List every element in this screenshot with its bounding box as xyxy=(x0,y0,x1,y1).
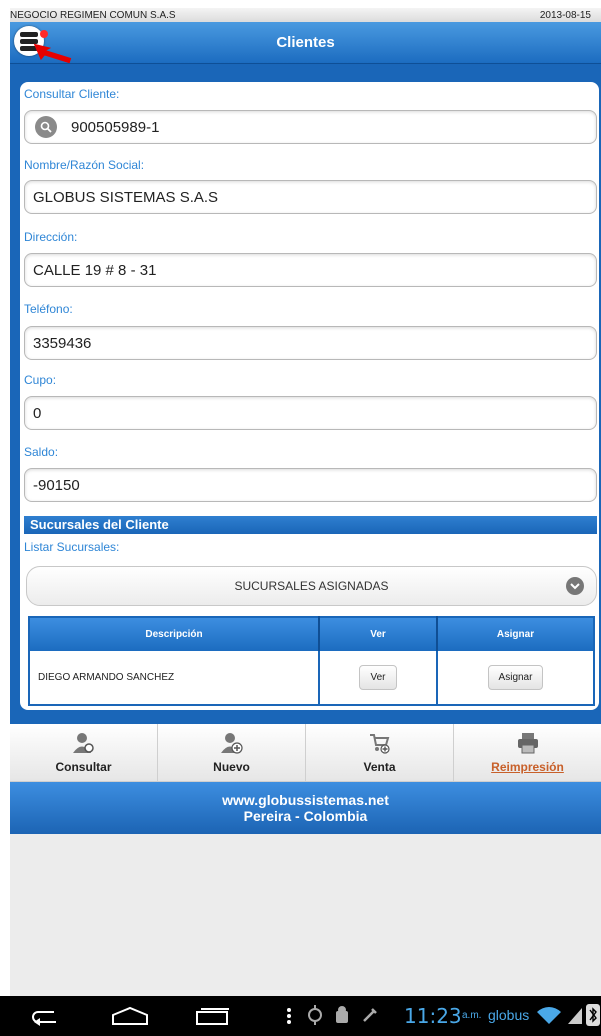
telefono-value: 3359436 xyxy=(33,334,92,352)
cupo-field[interactable]: 0 xyxy=(24,396,597,430)
saldo-field[interactable]: -90150 xyxy=(24,468,597,502)
sucursales-table: Descripción Ver Asignar DIEGO ARMANDO SA… xyxy=(28,616,595,706)
row-descripcion: DIEGO ARMANDO SANCHEZ xyxy=(29,651,320,705)
signal-icon xyxy=(568,1008,582,1024)
bottom-nav: Consultar Nuevo Venta Reimpresión xyxy=(10,724,601,782)
search-icon[interactable] xyxy=(35,116,57,138)
telefono-label: Teléfono: xyxy=(24,302,73,316)
tools-icon xyxy=(363,1008,377,1022)
left-margin xyxy=(0,0,10,996)
user-add-icon xyxy=(220,732,243,754)
overflow-menu-icon[interactable] xyxy=(286,1008,292,1024)
row-ver-cell: Ver xyxy=(319,651,438,705)
nav-reimpresion[interactable]: Reimpresión xyxy=(454,724,601,781)
footer-location: Pereira - Colombia xyxy=(243,808,368,824)
home-icon[interactable] xyxy=(110,1006,150,1026)
app-header: Clientes xyxy=(10,22,601,64)
nav-label-reimpresion: Reimpresión xyxy=(491,759,564,774)
row-asignar-cell: Asignar xyxy=(437,651,594,705)
status-clock: 11:23 xyxy=(404,1004,462,1028)
col-asignar: Asignar xyxy=(437,617,594,651)
direccion-value: CALLE 19 # 8 - 31 xyxy=(33,261,157,279)
footer: www.globussistemas.net Pereira - Colombi… xyxy=(10,782,601,834)
nav-label-consultar: Consultar xyxy=(55,759,112,774)
listar-sucursales-label: Listar Sucursales: xyxy=(24,540,120,554)
company-name: NEGOCIO REGIMEN COMUN S.A.S xyxy=(10,9,176,21)
nombre-value: GLOBUS SISTEMAS S.A.S xyxy=(33,188,219,206)
nav-venta[interactable]: Venta xyxy=(306,724,454,781)
nombre-label: Nombre/Razón Social: xyxy=(24,158,145,172)
android-debug-icon xyxy=(336,1006,348,1023)
nav-label-nuevo: Nuevo xyxy=(213,759,250,774)
recent-apps-icon[interactable] xyxy=(195,1006,231,1026)
saldo-label: Saldo: xyxy=(24,445,59,459)
strip-date: 2013-08-15 xyxy=(539,9,591,21)
nav-consultar[interactable]: Consultar xyxy=(10,724,158,781)
status-strip: NEGOCIO REGIMEN COMUN S.A.S 2013-08-15 xyxy=(10,8,601,22)
col-descripcion: Descripción xyxy=(29,617,320,651)
ver-button[interactable]: Ver xyxy=(359,665,397,690)
page-title: Clientes xyxy=(276,34,335,51)
table-row: DIEGO ARMANDO SANCHEZ Ver Asignar xyxy=(29,651,594,705)
sucursales-section-title: Sucursales del Cliente xyxy=(24,516,597,534)
nav-nuevo[interactable]: Nuevo xyxy=(158,724,306,781)
telefono-field[interactable]: 3359436 xyxy=(24,326,597,360)
consultar-label: Consultar Cliente: xyxy=(24,87,120,101)
back-icon[interactable] xyxy=(30,1008,60,1026)
asignar-button[interactable]: Asignar xyxy=(487,665,544,690)
cupo-label: Cupo: xyxy=(24,373,57,387)
status-ampm: a.m. xyxy=(462,1010,482,1021)
cupo-value: 0 xyxy=(33,404,42,422)
user-search-icon xyxy=(72,732,94,753)
gps-icon xyxy=(308,1005,322,1025)
nombre-field[interactable]: GLOBUS SISTEMAS S.A.S xyxy=(24,180,597,214)
wifi-icon xyxy=(537,1007,561,1024)
cart-add-icon xyxy=(369,733,390,754)
android-system-bar: 11:23 a.m. globus xyxy=(0,996,601,1036)
col-ver: Ver xyxy=(319,617,438,651)
empty-area xyxy=(10,834,601,996)
select-value: SUCURSALES ASIGNADAS xyxy=(234,579,389,593)
direccion-label: Dirección: xyxy=(24,230,78,244)
nav-label-venta: Venta xyxy=(363,759,396,774)
client-search-field[interactable]: 900505989-1 xyxy=(24,110,597,144)
saldo-value: -90150 xyxy=(33,476,80,494)
search-value: 900505989-1 xyxy=(71,118,160,136)
bluetooth-icon xyxy=(586,1004,600,1026)
status-carrier: globus xyxy=(488,1007,530,1023)
sucursales-select[interactable]: SUCURSALES ASIGNADAS xyxy=(26,566,597,606)
direccion-field[interactable]: CALLE 19 # 8 - 31 xyxy=(24,253,597,287)
footer-website: www.globussistemas.net xyxy=(222,792,389,808)
table-header-row: Descripción Ver Asignar xyxy=(29,617,594,651)
printer-icon xyxy=(517,732,538,753)
chevron-down-icon xyxy=(566,577,584,595)
